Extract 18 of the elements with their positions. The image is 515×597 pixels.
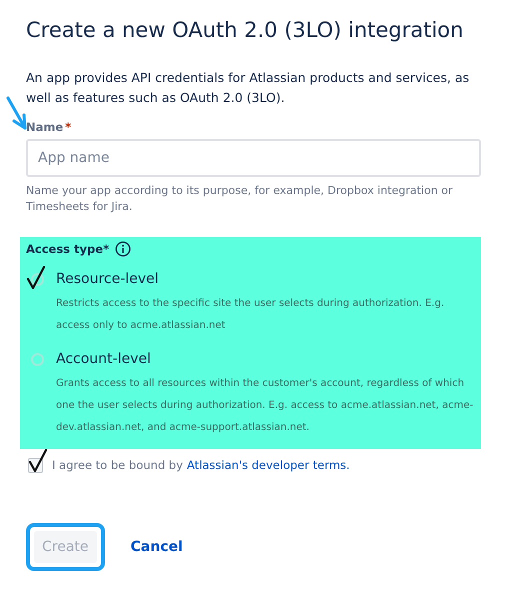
field-label: Access type	[26, 242, 104, 256]
terms-link[interactable]: Atlassian's developer terms.	[186, 458, 350, 472]
info-icon[interactable]	[115, 241, 132, 257]
app-name-field[interactable]: App name	[26, 139, 481, 177]
option-label: Resource-level	[56, 271, 159, 287]
cancel-button[interactable]: Cancel	[122, 531, 191, 563]
field-label: Name	[26, 120, 64, 134]
help-text: Name your app according to its purpose, for example, Dropbox integration or Timesheets for Jira.	[26, 183, 454, 215]
arrow-icon	[6, 96, 28, 132]
checkbox[interactable]	[28, 449, 48, 473]
required-mark: *	[103, 242, 110, 256]
page-title: Create a new OAuth 2.0 (3LO) integration	[26, 18, 464, 42]
agreement-text: I agree to be bound by	[52, 458, 183, 472]
required-mark: *	[65, 120, 72, 134]
option-description: Grants access to all resources within the customer's account, regardless of which one the user selects during authorization. E.g. access to acme.atlassian.net, acme-dev.atlassian.net, and acme-support.atlassian.net.	[56, 377, 474, 435]
option-description: Restricts access to the specific site the user selects during authorization. E.g. access only to acme.atlassian.net	[56, 297, 446, 333]
intro-text: An app provides API credentials for Atlassian products and services, as well as features such as OAuth 2.0 (3LO).	[26, 69, 470, 107]
option-label: Account-level	[56, 351, 151, 367]
